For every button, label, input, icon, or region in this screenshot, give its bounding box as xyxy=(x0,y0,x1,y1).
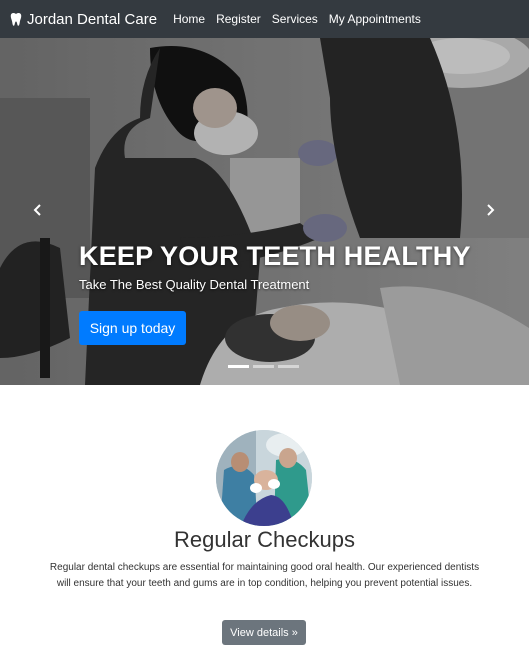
service-description: Regular dental checkups are essential fo… xyxy=(49,562,480,589)
tooth-icon xyxy=(10,13,22,26)
service-image xyxy=(216,430,312,526)
hero-subheadline: Take The Best Quality Dental Treatment xyxy=(79,277,310,292)
carousel-indicator-3[interactable] xyxy=(278,365,299,368)
nav-register[interactable]: Register xyxy=(216,12,261,26)
sign-up-button[interactable]: Sign up today xyxy=(79,311,186,345)
view-details-button[interactable]: View details » xyxy=(222,620,306,645)
carousel-indicators xyxy=(228,365,303,368)
chevron-left-icon[interactable] xyxy=(31,203,45,217)
carousel-indicator-2[interactable] xyxy=(253,365,274,368)
hero-carousel: KEEP YOUR TEETH HEALTHY Take The Best Qu… xyxy=(0,38,529,385)
carousel-caption: KEEP YOUR TEETH HEALTHY Take The Best Qu… xyxy=(79,241,499,292)
nav-my-appointments[interactable]: My Appointments xyxy=(329,12,421,26)
brand[interactable]: Jordan Dental Care xyxy=(10,11,157,28)
checkup-photo xyxy=(216,430,312,526)
brand-name: Jordan Dental Care xyxy=(27,10,158,28)
hero-headline: KEEP YOUR TEETH HEALTHY xyxy=(79,241,471,271)
nav-services[interactable]: Services xyxy=(272,12,318,26)
nav-home[interactable]: Home xyxy=(173,12,205,26)
navbar: Jordan Dental Care Home Register Service… xyxy=(0,0,529,38)
service-title: Regular Checkups xyxy=(174,527,355,552)
nav-links: Home Register Services My Appointments xyxy=(173,12,432,26)
chevron-right-icon[interactable] xyxy=(483,203,497,217)
carousel-indicator-1[interactable] xyxy=(228,365,249,368)
